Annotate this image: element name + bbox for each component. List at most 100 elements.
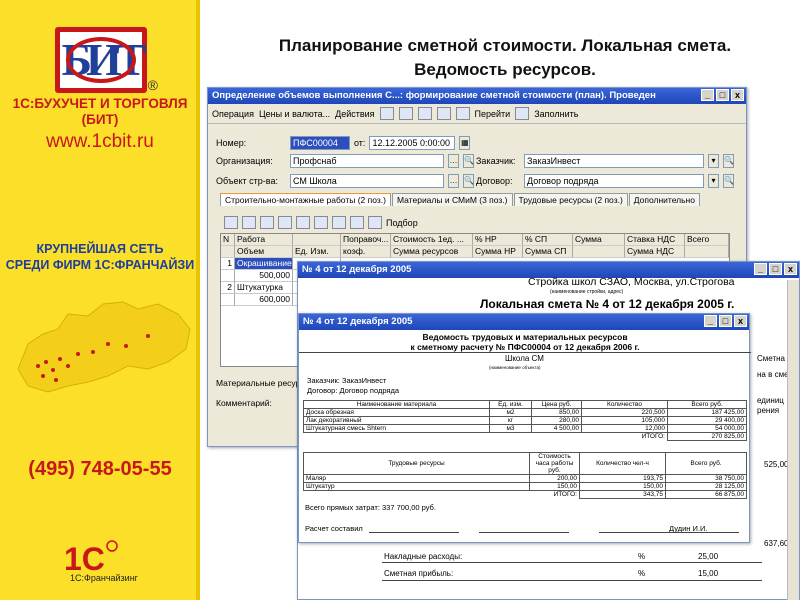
object-select-button[interactable]: … (448, 174, 459, 188)
signature-line (369, 532, 459, 533)
window-title: № 4 от 12 декабря 2005 (303, 316, 413, 327)
close-button[interactable]: x (784, 263, 797, 275)
total-value: 66 875,00 (665, 490, 747, 499)
copy-row-icon[interactable] (242, 216, 256, 229)
cell: 200,00 (529, 474, 580, 483)
cell: Доска обрезная (303, 408, 490, 417)
contract-field[interactable]: Договор подряда (524, 174, 704, 188)
col-header[interactable]: Ед. Изм. (293, 246, 341, 258)
minimize-button[interactable]: _ (701, 89, 714, 101)
delete-row-icon[interactable] (278, 216, 292, 229)
struct-icon[interactable] (455, 107, 470, 120)
col-header[interactable]: Сумма ресурсов (391, 246, 473, 258)
operation-menu[interactable]: Операция (212, 109, 254, 119)
col-header[interactable] (685, 246, 729, 258)
col-header[interactable]: Сумма НДС (625, 246, 685, 258)
contract-dropdown-icon[interactable]: ▾ (708, 174, 719, 188)
tab-additional[interactable]: Дополнительно (628, 193, 700, 206)
date-field[interactable]: 12.12.2005 0:00:00 (369, 136, 456, 150)
col-header[interactable]: % СП (523, 234, 573, 246)
refresh-icon[interactable] (417, 107, 432, 120)
number-field[interactable]: ПФС00004 (290, 136, 350, 150)
print-icon[interactable] (398, 107, 413, 120)
col-header[interactable]: коэф. (341, 246, 391, 258)
close-button[interactable]: x (734, 315, 747, 327)
maximize-button[interactable]: □ (769, 263, 782, 275)
total-row: ИТОГО: 343,75 66 875,00 (304, 490, 747, 499)
contract-open-icon[interactable]: 🔍 (723, 174, 734, 188)
prices-button[interactable]: Цены и валюта... (259, 109, 330, 119)
org-field[interactable]: Профснаб (290, 154, 444, 168)
overhead-value: 25,00 (698, 552, 719, 561)
col-header: Наименование материала (303, 400, 490, 409)
maximize-button[interactable]: □ (719, 315, 732, 327)
col-header[interactable]: Сумма СП (523, 246, 573, 258)
close-button[interactable]: x (731, 89, 744, 101)
comment-label: Комментарий: (216, 398, 272, 408)
volume-cell[interactable]: 600,000 (235, 294, 293, 306)
col-header[interactable]: Сумма (573, 234, 625, 246)
window-title-bar[interactable]: Определение объемов выполнения С...: фор… (208, 88, 746, 104)
minimize-button[interactable]: _ (704, 315, 717, 327)
cell: 38 750,00 (665, 474, 747, 483)
col-header[interactable]: Стоимость 1ед. ... (391, 234, 473, 246)
move-up-icon[interactable] (314, 216, 328, 229)
end-edit-icon[interactable] (296, 216, 310, 229)
tab-construction-works[interactable]: Строительно-монтажные работы (2 поз.) (220, 193, 391, 206)
website-link[interactable]: www.1cbit.ru (0, 131, 200, 153)
sort-asc-icon[interactable] (350, 216, 364, 229)
col-header[interactable]: % НР (473, 234, 523, 246)
brand-name-line1: 1С:БУХУЧЕТ И ТОРГОВЛЯ (12, 96, 188, 111)
sort-desc-icon[interactable] (368, 216, 382, 229)
right-cell: единиц (757, 396, 784, 405)
customer-field[interactable]: ЗаказИнвест (524, 154, 704, 168)
move-down-icon[interactable] (332, 216, 346, 229)
table-line (382, 580, 762, 581)
org-select-button[interactable]: … (448, 154, 459, 168)
tab-materials[interactable]: Материалы и СМиМ (3 поз.) (391, 193, 513, 206)
cell: 28 125,00 (665, 482, 747, 491)
goto-menu[interactable]: Перейти (475, 109, 511, 119)
customer-dropdown-icon[interactable]: ▾ (708, 154, 719, 168)
work-cell[interactable]: Окрашивание (235, 258, 293, 270)
volume-cell[interactable]: 500,000 (235, 270, 293, 282)
col-header[interactable]: N (221, 234, 235, 246)
work-cell[interactable]: Штукатурка (235, 282, 293, 294)
address-caption: (наименование стройки, адрес) (550, 289, 624, 295)
cell (304, 491, 530, 499)
col-header[interactable]: Всего (685, 234, 729, 246)
col-header[interactable]: Поправоч... (341, 234, 391, 246)
add-row-icon[interactable] (224, 216, 238, 229)
maximize-button[interactable]: □ (716, 89, 729, 101)
calendar-icon[interactable]: ▦ (459, 136, 471, 150)
date-label: от: (354, 138, 366, 148)
org-open-icon[interactable]: 🔍 (463, 154, 474, 168)
tab-labor[interactable]: Трудовые ресурсы (2 поз.) (513, 193, 628, 206)
col-header[interactable]: Сумма НР (473, 246, 523, 258)
back-icon[interactable] (379, 107, 394, 120)
report-heading: Ведомость трудовых и материальных ресурс… (422, 332, 628, 342)
col-header[interactable]: Ставка НДС (625, 234, 685, 246)
fill-button[interactable]: Заполнить (534, 109, 578, 119)
customer-open-icon[interactable]: 🔍 (723, 154, 734, 168)
col-header: Количество чел-ч (579, 452, 666, 475)
col-header[interactable]: Объем (235, 246, 293, 258)
col-header[interactable] (221, 246, 235, 258)
edit-row-icon[interactable] (260, 216, 274, 229)
object-field[interactable]: СМ Школа (290, 174, 444, 188)
report-contract: Договор: Договор подряда (307, 386, 400, 395)
col-header[interactable]: Работа (235, 234, 293, 246)
cell: 280,00 (531, 416, 582, 425)
col-header[interactable] (573, 246, 625, 258)
actions-menu[interactable]: Действия (335, 109, 374, 119)
window-title-bar[interactable]: № 4 от 12 декабря 2005 _ □ x (299, 314, 749, 330)
cell: Маляр (303, 474, 530, 483)
overhead-unit: % (638, 552, 646, 561)
col-header[interactable] (293, 234, 341, 246)
help-icon[interactable] (515, 107, 530, 120)
selection-button[interactable]: Подбор (386, 218, 418, 228)
object-open-icon[interactable]: 🔍 (463, 174, 474, 188)
copy-icon[interactable] (436, 107, 451, 120)
minimize-button[interactable]: _ (754, 263, 767, 275)
scrollbar[interactable] (787, 280, 799, 600)
